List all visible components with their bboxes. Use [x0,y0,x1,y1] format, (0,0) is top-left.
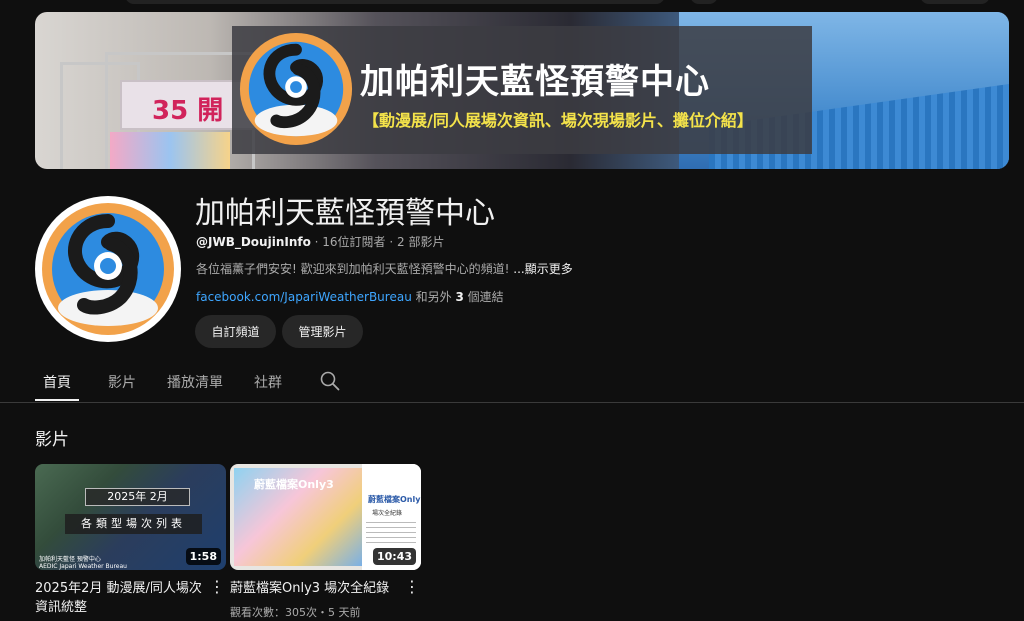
channel-banner: 35 開 加帕利天藍怪預警中心 【動漫展/同人展場次資訊、場次現場影片、攤位介紹… [35,12,1009,169]
more-actions-icon[interactable]: ⋮ [404,578,420,596]
thumb-footer-line1: 加帕利天藍怪 預警中心 [39,556,101,563]
video-thumbnail[interactable]: 2025年 2月 各類型場次列表 加帕利天藍怪 預警中心 AEDIC Japari… [35,464,226,570]
channel-logo [239,32,353,146]
channel-stats: · 16位訂閱者 · 2 部影片 [310,235,445,249]
banner-subtitle: 【動漫展/同人展場次資訊、場次現場影片、攤位介紹】 [363,111,753,130]
thumb-footer: 加帕利天藍怪 預警中心 AEDIC Japari Weather Bureau [39,556,127,570]
links-suffix: 和另外 [411,290,456,304]
show-more-link[interactable]: ...顯示更多 [513,262,572,276]
thumb-footer-line2: AEDIC Japari Weather Bureau [39,563,127,570]
customize-channel-button[interactable]: 自訂頻道 [195,315,276,348]
video-title[interactable]: 2025年2月 動漫展/同人場次資訊統整 [35,579,203,617]
thumb-card-subtitle: 場次全紀錄 [372,510,403,517]
links-suffix-2: 個連結 [463,290,504,304]
search-icon[interactable] [320,371,340,391]
tab-home[interactable]: 首頁 [43,372,71,392]
account-button-edge[interactable] [920,0,990,4]
thumb-artwork: 蔚藍檔案Only3 [234,468,362,566]
thumb-card-title: 蔚藍檔案Only3 [368,495,421,504]
channel-name: 加帕利天藍怪預警中心 [195,196,495,231]
thumb-caption: 各類型場次列表 [65,514,202,534]
more-actions-icon[interactable]: ⋮ [209,578,225,596]
video-meta: 觀看次數：305次・5 天前 [230,606,361,619]
banner-posters [110,132,230,169]
tab-community[interactable]: 社群 [254,372,282,392]
manage-videos-button[interactable]: 管理影片 [282,315,363,348]
channel-links: facebook.com/JapariWeatherBureau 和另外 3 個… [196,288,504,305]
channel-handle: @JWB_DoujinInfo [196,235,311,249]
videos-section-title[interactable]: 影片 [35,425,69,450]
channel-tabs: 首頁 影片 播放清單 社群 [0,362,1024,403]
tab-playlists[interactable]: 播放清單 [167,372,223,392]
description-text: 各位福薰子們安安! 歡迎來到加帕利天藍怪預警中心的頻道! [196,262,514,276]
thumb-date-label: 2025年 2月 [85,488,190,506]
search-box-edge[interactable] [125,0,665,4]
thumb-card-lines [366,522,416,546]
video-duration: 1:58 [185,548,221,565]
video-title[interactable]: 蔚藍檔案Only3 場次全紀錄 [230,579,405,598]
tab-videos[interactable]: 影片 [108,372,136,392]
banner-title: 加帕利天藍怪預警中心 [360,62,710,102]
mic-button-edge[interactable] [690,0,718,4]
thumb-art-text: 蔚藍檔案Only3 [254,478,334,491]
active-tab-indicator [35,399,79,401]
masthead-edge [0,0,1024,8]
channel-description[interactable]: 各位福薰子們安安! 歡迎來到加帕利天藍怪預警中心的頻道! ...顯示更多 [196,260,573,277]
facebook-link[interactable]: facebook.com/JapariWeatherBureau [196,290,412,304]
video-thumbnail[interactable]: 蔚藍檔案Only3 蔚藍檔案Only3 場次全紀錄 10:43 [230,464,421,570]
channel-meta: @JWB_DoujinInfo · 16位訂閱者 · 2 部影片 [196,233,444,250]
video-duration: 10:43 [372,548,416,565]
channel-avatar[interactable] [35,196,181,342]
links-count[interactable]: 3 [455,290,463,304]
